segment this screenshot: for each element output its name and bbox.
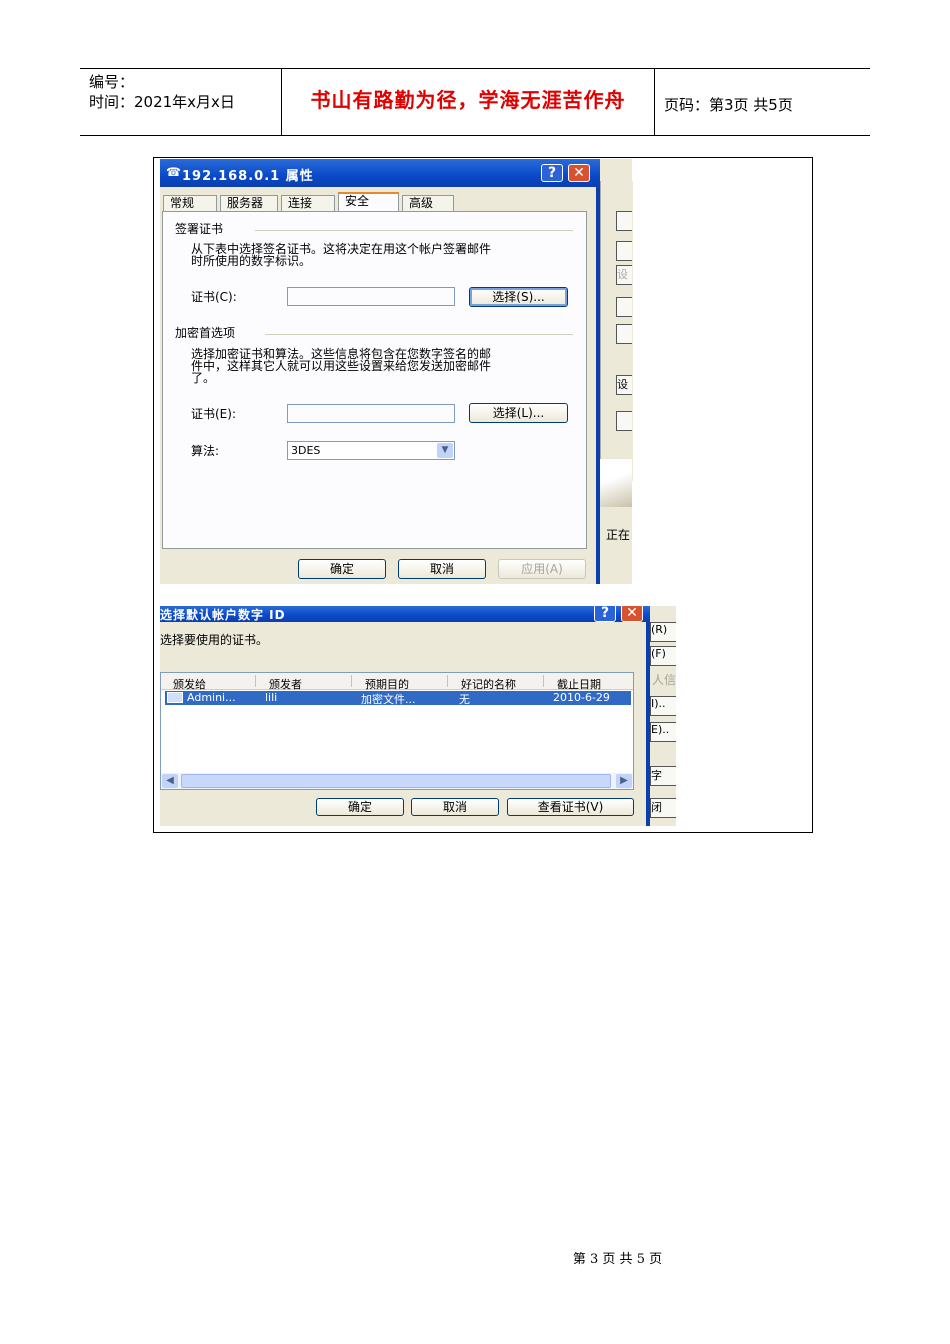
motto: 书山有路勤为径，学海无涯苦作舟 — [310, 88, 626, 112]
sign-desc-2: 时所使用的数字标识。 — [191, 254, 312, 268]
background-image — [600, 459, 632, 507]
column-issued-to[interactable]: 颁发给 — [173, 676, 206, 692]
cancel-button-2[interactable]: 取消 — [411, 798, 499, 816]
chevron-down-icon[interactable]: ▼ — [437, 443, 453, 458]
cell-friendly-name: 无 — [459, 693, 470, 706]
side-fragment: I).. — [650, 696, 676, 716]
certificate-icon — [167, 692, 183, 703]
header-top-rule — [80, 68, 870, 69]
column-purpose[interactable]: 预期目的 — [365, 676, 409, 692]
algorithm-value: 3DES — [291, 444, 321, 457]
cert-c-label: 证书(C): — [191, 290, 237, 304]
network-icon: ☎ — [166, 165, 181, 179]
cancel-button[interactable]: 取消 — [398, 559, 486, 579]
side-button-5 — [616, 324, 632, 344]
scroll-thumb[interactable] — [181, 774, 611, 788]
dialog1-title: 192.168.0.1 属性 — [182, 169, 314, 184]
col-divider — [351, 675, 352, 687]
select-prompt: 选择要使用的证书。 — [160, 633, 269, 647]
tab-security[interactable]: 安全 — [338, 192, 399, 212]
horizontal-scrollbar[interactable]: ◀ ▶ — [161, 773, 633, 789]
side-fragment: (R) — [650, 622, 676, 642]
dialog2-titlebar[interactable]: 选择默认帐户数字 ID ? ✕ — [160, 606, 650, 622]
enc-section-title: 加密首选项 — [175, 326, 236, 340]
sign-separator — [255, 230, 573, 231]
column-expiry[interactable]: 截止日期 — [557, 676, 601, 692]
page-label: 页码：第3页 共5页 — [664, 96, 793, 114]
ok-button-2[interactable]: 确定 — [316, 798, 404, 816]
help-icon[interactable]: ? — [541, 164, 563, 182]
dialog2-title: 选择默认帐户数字 ID — [160, 608, 286, 622]
side-button-6: 设 — [616, 375, 632, 395]
select-sign-cert-button[interactable]: 选择(S)... — [469, 287, 568, 307]
dialog1-titlebar[interactable]: ☎ 192.168.0.1 属性 ? ✕ — [160, 159, 600, 187]
column-friendly-name[interactable]: 好记的名称 — [461, 676, 516, 692]
col-divider — [255, 675, 256, 687]
tab-connection[interactable]: 连接 — [281, 195, 335, 212]
select-enc-cert-button[interactable]: 选择(L)... — [469, 403, 568, 423]
enc-cert-field[interactable] — [287, 404, 455, 423]
code-label: 编号： — [89, 73, 135, 91]
side-button-7 — [616, 411, 632, 431]
cell-expiry: 2010-6-29 — [553, 691, 610, 704]
certificate-list[interactable]: 颁发给 颁发者 预期目的 好记的名称 截止日期 Admini... lili 加… — [160, 672, 634, 790]
enc-separator — [265, 334, 573, 335]
tab-general[interactable]: 常规 — [163, 195, 217, 212]
side-fragment: E).. — [650, 722, 676, 742]
sign-section-title: 签署证书 — [175, 222, 224, 236]
side-button-4 — [616, 297, 632, 317]
scroll-left-icon[interactable]: ◀ — [162, 774, 178, 788]
header-bottom-rule — [80, 135, 870, 136]
cell-issued-to: Admini... — [187, 691, 236, 704]
ok-button[interactable]: 确定 — [298, 559, 386, 579]
tab-advanced[interactable]: 高级 — [402, 195, 454, 212]
enc-desc-2: 件中，这样其它人就可以用这些设置来给您发送加密邮件 — [191, 359, 492, 373]
apply-button[interactable]: 应用(A) — [498, 559, 586, 579]
security-panel: 签署证书 从下表中选择签名证书。这将决定在用这个帐户签署邮件 时所使用的数字标识… — [162, 211, 587, 549]
algorithm-label: 算法: — [191, 444, 220, 458]
col-divider — [543, 675, 544, 687]
sign-cert-field[interactable] — [287, 287, 455, 306]
side-button-2 — [616, 241, 632, 261]
side-button-1 — [616, 211, 632, 231]
enc-desc-3: 了。 — [191, 371, 216, 385]
side-fragment: 人信 — [652, 673, 677, 687]
side-fragment: 字(S) — [650, 766, 676, 786]
side-fragment: (F) — [650, 646, 676, 666]
close-icon[interactable]: ✕ — [568, 164, 590, 182]
time-label: 时间：2021年x月x日 — [89, 93, 235, 111]
col-divider — [447, 675, 448, 687]
cert-e-label: 证书(E): — [191, 407, 236, 421]
table-row[interactable]: Admini... lili 加密文件... 无 2010-6-29 — [165, 691, 631, 706]
column-issuer[interactable]: 颁发者 — [269, 676, 302, 692]
footer-page-number: 第 3 页 共 5 页 — [572, 1252, 663, 1267]
help-icon-2[interactable]: ? — [594, 606, 616, 622]
side-status: 正在 — [606, 528, 631, 542]
view-certificate-button[interactable]: 查看证书(V) — [507, 798, 634, 816]
algorithm-select[interactable]: 3DES ▼ — [287, 441, 455, 460]
close-icon-2[interactable]: ✕ — [621, 606, 643, 622]
side-fragment: 闭 — [650, 798, 676, 818]
properties-dialog: ☎ 192.168.0.1 属性 ? ✕ 常规 服务器 连接 安全 高级 签署证… — [160, 159, 633, 584]
cell-issuer: lili — [265, 691, 278, 704]
cell-purpose: 加密文件... — [361, 693, 416, 706]
tab-servers[interactable]: 服务器 — [220, 195, 278, 212]
side-button-3: 设 — [616, 265, 632, 285]
header-divider-2 — [654, 68, 655, 135]
select-id-dialog: 选择默认帐户数字 ID ? ✕ 选择要使用的证书。 颁发给 颁发者 预期目的 好… — [160, 606, 676, 826]
scroll-right-icon[interactable]: ▶ — [616, 774, 632, 788]
